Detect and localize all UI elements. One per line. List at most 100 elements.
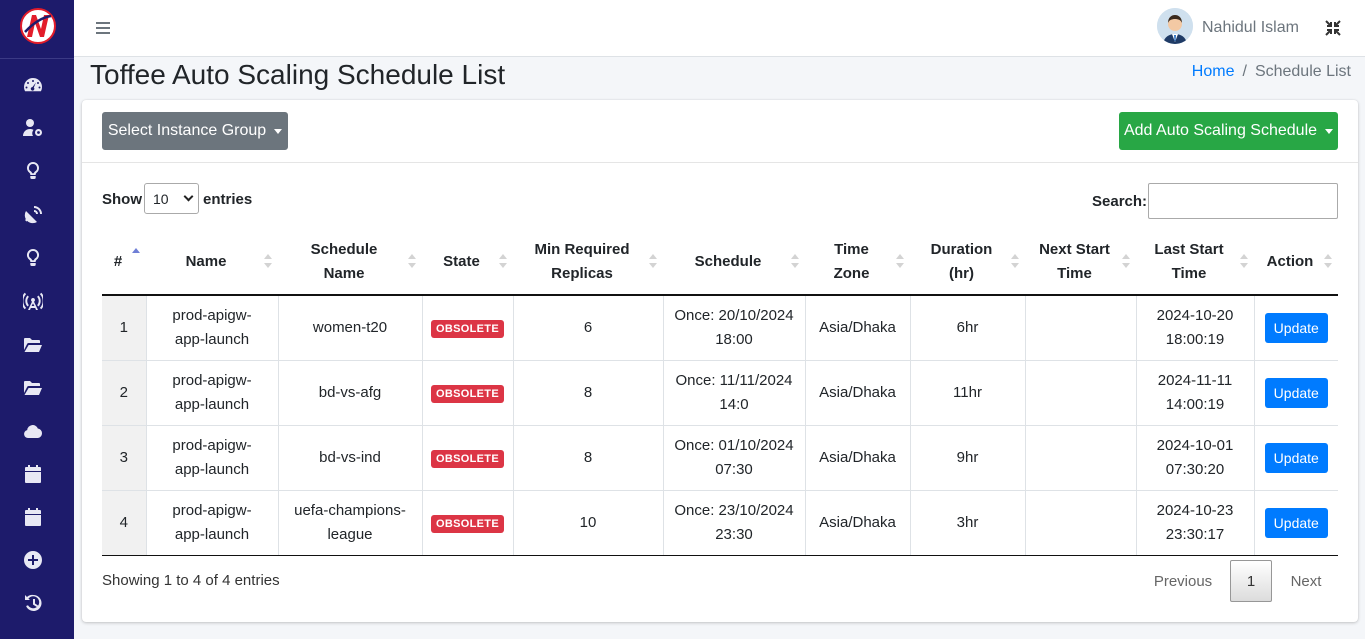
col-name-header[interactable]: Name [146, 230, 278, 296]
update-button[interactable]: Update [1264, 312, 1328, 343]
header-label: Time [834, 241, 869, 258]
col-number-header[interactable]: # [102, 230, 146, 296]
select-instance-group-label: Select Instance Group [107, 122, 267, 139]
table-header-row: # Name Schedule Name State Min Required Replic… [102, 230, 1338, 296]
lightbulb-icon-2[interactable] [22, 247, 44, 269]
logo-n-icon [24, 14, 52, 37]
cell-text: women-t20 [312, 318, 388, 336]
entries-label: entries [203, 191, 253, 208]
breadcrumb-current: Schedule List [1254, 63, 1351, 80]
cell-text: Once: 01/10/2024 [674, 436, 794, 454]
cell-min-replicas: 6 [512, 295, 663, 361]
user-name[interactable]: Nahidul Islam [1202, 19, 1299, 37]
cell-action: Update [1253, 360, 1338, 426]
header-label: Time [1171, 265, 1207, 282]
cell-text: 18:00 [715, 330, 753, 348]
cell-text: prod-apigw- [172, 371, 252, 389]
cell-duration: 3hr [909, 490, 1025, 556]
cell-min-replicas: 8 [512, 425, 663, 491]
col-duration-header[interactable]: Duration (hr) [910, 230, 1025, 296]
lightbulb-icon[interactable] [22, 160, 44, 182]
calendar-icon[interactable] [22, 463, 44, 485]
cell-number: 1 [102, 295, 146, 361]
page-length-select[interactable]: 10 [144, 183, 199, 214]
history-icon[interactable] [22, 592, 44, 614]
broadcast-tower-icon[interactable] [22, 290, 44, 312]
page-title: Toffee Auto Scaling Schedule List [90, 59, 506, 90]
breadcrumb-home-link[interactable]: Home [1192, 63, 1235, 81]
search-label: Search: [1092, 193, 1148, 210]
cell-number: 3 [102, 425, 146, 491]
folder-open-icon-2[interactable] [22, 377, 44, 399]
next-page-button[interactable]: Next [1272, 573, 1340, 590]
cell-time-zone: Asia/Dhaka [804, 295, 910, 361]
cell-schedule: Once: 01/10/2024 07:30 [662, 425, 805, 491]
cell-text: 23:30:17 [1165, 525, 1225, 543]
table-body: 1 prod-apigw-app-launch women-t20 OBSOLETE 6… [102, 295, 1338, 556]
header-label: Schedule [310, 241, 378, 258]
previous-page-button[interactable]: Previous [1136, 573, 1230, 590]
col-time-zone-header[interactable]: Time Zone [805, 230, 910, 296]
chevron-down-icon [183, 191, 194, 202]
update-button[interactable]: Update [1264, 442, 1328, 473]
update-button[interactable]: Update [1264, 377, 1328, 408]
avatar[interactable] [1157, 8, 1193, 44]
cell-text: 14:00:19 [1165, 395, 1225, 413]
col-next-start-header[interactable]: Next Start Time [1025, 230, 1136, 296]
folder-open-icon[interactable] [22, 334, 44, 356]
cell-time-zone: Asia/Dhaka [804, 360, 910, 426]
add-schedule-label: Add Auto Scaling Schedule [1123, 122, 1318, 139]
add-schedule-button[interactable]: Add Auto Scaling Schedule [1119, 112, 1338, 150]
cell-action: Update [1253, 295, 1338, 361]
cell-action: Update [1253, 490, 1338, 556]
table-info: Showing 1 to 4 of 4 entries [102, 572, 280, 589]
page-1-button[interactable]: 1 [1230, 560, 1272, 602]
search-input[interactable] [1148, 183, 1338, 219]
col-min-replicas-header[interactable]: Min Required Replicas [513, 230, 663, 296]
select-instance-group-button[interactable]: Select Instance Group [102, 112, 288, 150]
header-label: Name [185, 253, 227, 270]
plus-circle-icon[interactable] [22, 549, 44, 571]
sidebar-divider [0, 58, 74, 59]
dashboard-icon[interactable] [22, 74, 44, 96]
cell-schedule: Once: 23/10/2024 23:30 [662, 490, 805, 556]
sort-icon [264, 254, 272, 270]
show-label: Show [102, 191, 142, 208]
cell-text: prod-apigw- [172, 501, 252, 519]
table-row: 2 prod-apigw-app-launch bd-vs-afg OBSOLETE 8… [102, 360, 1338, 426]
cell-min-replicas: 10 [512, 490, 663, 556]
cell-name: prod-apigw-app-launch [145, 295, 278, 361]
user-gear-icon[interactable] [22, 117, 44, 139]
cell-text: prod-apigw- [172, 436, 252, 454]
cell-last-start: 2024-11-11 14:00:19 [1135, 360, 1254, 426]
satellite-dish-icon[interactable] [22, 204, 44, 226]
cell-number: 2 [102, 360, 146, 426]
cell-text: bd-vs-ind [319, 448, 381, 466]
update-button[interactable]: Update [1264, 507, 1328, 538]
pagination: Previous 1 Next [1136, 560, 1340, 602]
compress-icon[interactable] [1324, 19, 1342, 37]
header-label: Min Required [534, 241, 630, 258]
schedule-card: Select Instance Group Add Auto Scaling S… [82, 100, 1358, 622]
caret-down-icon [274, 128, 283, 134]
col-state-header[interactable]: State [422, 230, 513, 296]
header-label: Replicas [551, 265, 613, 282]
status-badge: OBSOLETE [431, 384, 504, 403]
caret-down-icon [1325, 128, 1334, 134]
col-schedule-name-header[interactable]: Schedule Name [278, 230, 422, 296]
breadcrumb-separator: / [1242, 63, 1247, 80]
col-last-start-header[interactable]: Last Start Time [1136, 230, 1254, 296]
cell-name: prod-apigw-app-launch [145, 490, 278, 556]
calendar-icon-2[interactable] [22, 506, 44, 528]
menu-toggle-icon[interactable] [96, 19, 112, 37]
brand-logo[interactable] [20, 8, 56, 44]
cell-text: 23:30 [715, 525, 753, 543]
cell-schedule-name: uefa-champions-league [277, 490, 422, 556]
col-schedule-header[interactable]: Schedule [663, 230, 805, 296]
sort-icon [791, 254, 799, 270]
cell-text: app-launch [174, 330, 250, 348]
col-action-header[interactable]: Action [1254, 230, 1338, 296]
header-label: Name [323, 265, 365, 282]
status-badge: OBSOLETE [431, 514, 504, 533]
cloud-icon[interactable] [22, 420, 44, 442]
